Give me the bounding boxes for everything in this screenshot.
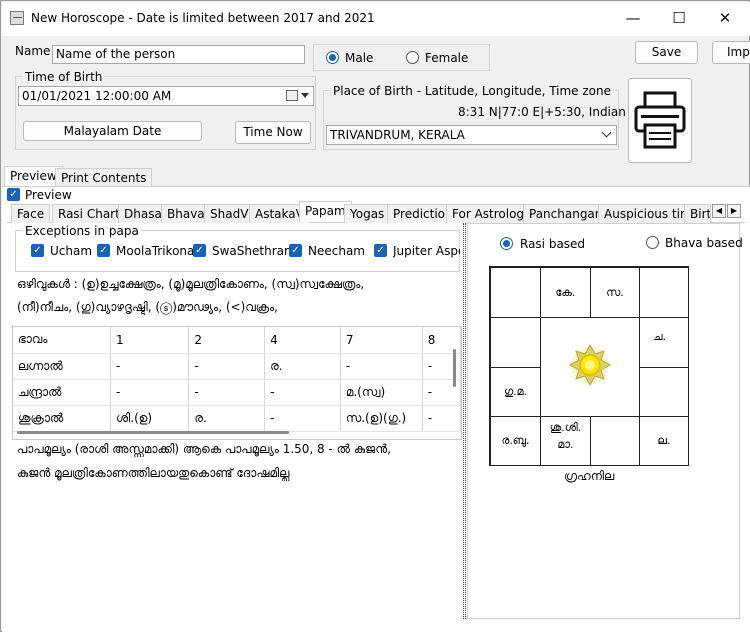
- horizontal-scrollbar-thumb[interactable]: [17, 431, 289, 434]
- vertical-scrollbar[interactable]: [449, 345, 461, 437]
- bhava-based-label: Bhava based: [665, 236, 743, 250]
- rasi-cell: [490, 317, 541, 368]
- moolatrikona-label: MoolaTrikona: [116, 244, 195, 258]
- panel-splitter[interactable]: [463, 223, 466, 619]
- preview-checkbox[interactable]: ✓: [7, 188, 20, 201]
- tab-shadv[interactable]: ShadV: [204, 204, 255, 223]
- table-header-cell: 7: [340, 327, 423, 354]
- tab-face[interactable]: Face: [11, 204, 51, 223]
- papa-summary-line1: പാപമൂല്യം (രാശി അസ്സമാക്കി) ആകെ പാപമൂല്യ…: [17, 442, 391, 456]
- jupiter-aspect-checkbox[interactable]: ✓: [374, 244, 387, 257]
- papa-table-container: ഭാവം 1 2 4 7 8 ലഗ്നാൽ - - ര. - - ചന്ദ്രാ…: [12, 326, 462, 440]
- ucham-checkbox[interactable]: ✓: [31, 244, 44, 257]
- papa-summary-line2: കുജൻ മൂലത്രികോണത്തിലായതുകൊണ്ട് ദോഷമില്ല: [17, 466, 290, 480]
- ucham-label: Ucham: [50, 244, 93, 258]
- rasi-cell: സ.: [590, 267, 640, 318]
- rasi-chart: കേ. സ. ച. ഗു.മ. ര.ബു. ശു.ശി. മാ. ല.: [489, 266, 689, 466]
- preview-checkbox-label: Preview: [25, 188, 72, 202]
- close-button[interactable]: ✕: [702, 2, 748, 34]
- rasi-chart-center: [540, 317, 640, 417]
- neecham-label: Neecham: [308, 244, 365, 258]
- table-cell: -: [264, 379, 341, 406]
- table-header-cell: 1: [110, 327, 190, 354]
- save-button[interactable]: Save: [635, 41, 698, 64]
- male-label: Male: [345, 51, 374, 65]
- window-title: New Horoscope - Date is limited between …: [31, 11, 375, 25]
- moolatrikona-checkbox[interactable]: ✓: [97, 244, 110, 257]
- maximize-button[interactable]: ☐: [656, 2, 702, 34]
- sun-icon: [568, 343, 612, 387]
- table-cell: -: [340, 353, 423, 380]
- table-cell: ലഗ്നാൽ: [13, 353, 112, 380]
- rasi-cell: [639, 367, 689, 417]
- rasi-cell: ച.: [639, 317, 689, 368]
- tab-scroll-right-button[interactable]: ▶: [727, 204, 741, 218]
- rasi-cell: [590, 416, 640, 466]
- female-radio[interactable]: [406, 51, 419, 64]
- swashethram-checkbox[interactable]: ✓: [193, 244, 206, 257]
- vertical-scrollbar-thumb[interactable]: [453, 349, 456, 387]
- place-value: TRIVANDRUM, KERALA: [330, 128, 465, 142]
- chevron-down-icon[interactable]: [301, 93, 309, 98]
- place-of-birth-label: Place of Birth - Latitude, Longitude, Ti…: [331, 84, 614, 98]
- minimize-button[interactable]: —: [610, 2, 656, 34]
- table-header-cell: ഭാവം: [13, 327, 112, 354]
- table-header-cell: 4: [264, 327, 341, 354]
- table-row: ലഗ്നാൽ - - ര. - -: [13, 353, 461, 380]
- table-header-cell: 2: [188, 327, 266, 354]
- print-button[interactable]: [628, 78, 692, 163]
- male-radio[interactable]: [326, 51, 339, 64]
- rasi-cell: ശു.ശി. മാ.: [540, 416, 591, 466]
- rasi-cell: [639, 267, 689, 318]
- rasi-chart-caption: ഗ്രഹനില: [564, 469, 615, 483]
- name-input[interactable]: Name of the person: [52, 45, 305, 64]
- rasi-cell: കേ.: [540, 267, 591, 318]
- rasi-cell: ര.ബു.: [490, 416, 541, 466]
- time-of-birth-label: Time of Birth: [23, 70, 105, 84]
- table-header-row: ഭാവം 1 2 4 7 8: [13, 327, 461, 354]
- tab-print-contents[interactable]: Print Contents: [55, 168, 153, 187]
- sub-tab-strip: Face Rasi Charts Dhasa Bhava ShadV Astak…: [7, 201, 745, 223]
- calendar-icon[interactable]: [286, 90, 298, 101]
- female-label: Female: [425, 51, 469, 65]
- rasi-based-radio[interactable]: [500, 237, 513, 250]
- jupiter-aspect-label: Jupiter Aspect: [393, 244, 460, 258]
- tab-yogas[interactable]: Yogas: [344, 204, 391, 223]
- bhava-based-radio[interactable]: [646, 236, 659, 249]
- table-cell: ര.: [264, 353, 341, 380]
- tab-preview[interactable]: Preview: [4, 166, 63, 187]
- horizontal-scrollbar[interactable]: [15, 427, 445, 437]
- rasi-cell: [490, 267, 541, 318]
- app-window: New Horoscope - Date is limited between …: [0, 0, 750, 632]
- table-cell: -: [110, 353, 190, 380]
- tab-birth[interactable]: Birth: [684, 204, 711, 223]
- tab-scroll-left-button[interactable]: ◀: [712, 204, 726, 218]
- neecham-checkbox[interactable]: ✓: [289, 244, 302, 257]
- exceptions-title: Exceptions in papa: [23, 224, 141, 238]
- name-label: Name: [15, 44, 51, 58]
- exceptions-legend-line2: (നീ)നീചം, (ഗു)വ്യാഴദൃഷ്ടി, (ⓢ)മൗഢ്യം, (<…: [17, 300, 278, 314]
- app-icon: [10, 11, 24, 25]
- swashethram-label: SwaShethram: [212, 244, 296, 258]
- rasi-cell: ഗു.മ.: [490, 367, 541, 417]
- papa-table: ഭാവം 1 2 4 7 8 ലഗ്നാൽ - - ര. - - ചന്ദ്രാ…: [13, 327, 461, 432]
- rasi-based-label: Rasi based: [520, 237, 586, 251]
- datetime-picker[interactable]: 01/01/2021 12:00:00 AM: [18, 86, 314, 106]
- exceptions-legend-line1: ഒഴിവുകൾ : (ഉ)ഉച്ചക്ഷേത്രം, (മൂ)മൂലത്രികോ…: [17, 277, 365, 291]
- table-row: ചന്ദ്രാൽ - - - മ.(സ്വ) -: [13, 379, 461, 406]
- datetime-value: 01/01/2021 12:00:00 AM: [22, 89, 172, 103]
- place-select[interactable]: TRIVANDRUM, KERALA: [326, 125, 617, 145]
- printer-icon: [634, 91, 686, 149]
- table-cell: -: [110, 379, 190, 406]
- malayalam-date-button[interactable]: Malayalam Date: [23, 121, 202, 141]
- time-now-button[interactable]: Time Now: [235, 121, 311, 144]
- rasi-cell: ല.: [639, 416, 689, 466]
- table-cell: മ.(സ്വ): [340, 379, 423, 406]
- import-button[interactable]: Impo: [712, 41, 750, 64]
- table-cell: -: [188, 353, 266, 380]
- table-cell: ചന്ദ്രാൽ: [13, 379, 112, 406]
- table-cell: -: [188, 379, 266, 406]
